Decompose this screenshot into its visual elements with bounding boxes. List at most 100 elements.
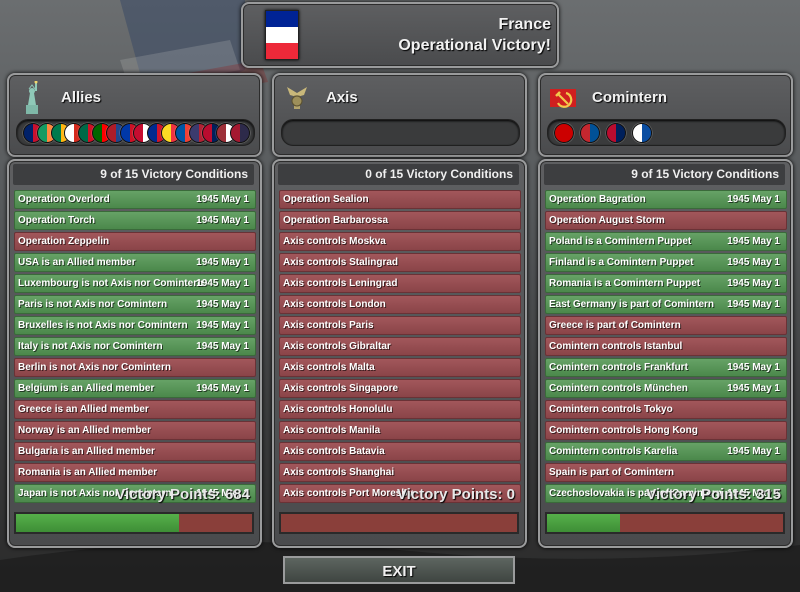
- condition-label: Luxembourg is not Axis nor Comintern: [18, 278, 204, 289]
- condition-label: Greece is an Allied member: [18, 404, 149, 415]
- condition-label: Axis controls Paris: [283, 320, 374, 331]
- condition-row[interactable]: Operation Torch 1945 May 1: [14, 211, 256, 230]
- slovakia-flag-icon[interactable]: [632, 123, 652, 143]
- condition-row[interactable]: Romania is an Allied member: [14, 463, 256, 482]
- condition-label: Operation August Storm: [549, 215, 665, 226]
- condition-row[interactable]: Axis controls Honolulu: [279, 400, 521, 419]
- condition-row[interactable]: Luxembourg is not Axis nor Comintern 1945…: [14, 274, 256, 293]
- condition-label: Comintern controls Karelia: [549, 446, 678, 457]
- condition-row[interactable]: Spain is part of Comintern: [545, 463, 787, 482]
- victory-conditions-panel-axis: 0 of 15 Victory Conditions Operation Seal…: [272, 159, 527, 548]
- faction-header-allies: Allies: [7, 73, 262, 157]
- statue-of-liberty-icon: [17, 80, 47, 115]
- condition-row[interactable]: USA is an Allied member 1945 May 1: [14, 253, 256, 272]
- condition-label: Finland is a Comintern Puppet: [549, 257, 694, 268]
- condition-label: Poland is a Comintern Puppet: [549, 236, 692, 247]
- member-flags: [547, 119, 786, 146]
- condition-row[interactable]: Operation Sealion: [279, 190, 521, 209]
- condition-label: Greece is part of Comintern: [549, 320, 681, 331]
- condition-row[interactable]: Comintern controls Karelia 1945 May 1: [545, 442, 787, 461]
- condition-row[interactable]: Axis controls Gibraltar: [279, 337, 521, 356]
- condition-row[interactable]: Comintern controls Hong Kong: [545, 421, 787, 440]
- condition-row[interactable]: Comintern controls Tokyo: [545, 400, 787, 419]
- condition-label: USA is an Allied member: [18, 257, 136, 268]
- condition-label: Operation Sealion: [283, 194, 369, 205]
- condition-row[interactable]: Operation August Storm: [545, 211, 787, 230]
- faction-header-comintern: Comintern: [538, 73, 793, 157]
- condition-date: 1945 May 1: [196, 383, 249, 394]
- condition-row[interactable]: East Germany is part of Comintern 1945 Ma…: [545, 295, 787, 314]
- faction-name: Allies: [61, 89, 102, 106]
- condition-row[interactable]: Finland is a Comintern Puppet 1945 May 1: [545, 253, 787, 272]
- condition-row[interactable]: Comintern controls Istanbul: [545, 337, 787, 356]
- condition-label: Comintern controls Hong Kong: [549, 425, 698, 436]
- thailand-flag-icon[interactable]: [230, 123, 250, 143]
- condition-row[interactable]: Greece is part of Comintern: [545, 316, 787, 335]
- condition-label: Operation Torch: [18, 215, 96, 226]
- condition-row[interactable]: Romania is a Comintern Puppet 1945 May 1: [545, 274, 787, 293]
- mongolia-flag-icon[interactable]: [580, 123, 600, 143]
- victory-points: Victory Points: 0: [396, 486, 515, 503]
- condition-date: 1945 May 1: [727, 278, 780, 289]
- condition-row[interactable]: Comintern controls Frankfurt 1945 May 1: [545, 358, 787, 377]
- condition-date: 1945 May 1: [196, 257, 249, 268]
- condition-date: 1945 May 1: [196, 299, 249, 310]
- condition-row[interactable]: Greece is an Allied member: [14, 400, 256, 419]
- victory-progress-fill: [547, 514, 621, 532]
- condition-label: Romania is a Comintern Puppet: [549, 278, 701, 289]
- conditions-list: Operation Bagration 1945 May 1 Operation A…: [545, 190, 787, 505]
- condition-row[interactable]: Axis controls Malta: [279, 358, 521, 377]
- condition-row[interactable]: Axis controls Moskva: [279, 232, 521, 251]
- condition-date: 1945 May 1: [727, 194, 780, 205]
- condition-label: Axis controls Manila: [283, 425, 381, 436]
- condition-label: Axis controls Honolulu: [283, 404, 393, 415]
- condition-date: 1945 May 1: [727, 446, 780, 457]
- condition-row[interactable]: Norway is an Allied member: [14, 421, 256, 440]
- condition-label: Axis controls London: [283, 299, 386, 310]
- condition-label: Comintern controls Frankfurt: [549, 362, 688, 373]
- condition-row[interactable]: Operation Overlord 1945 May 1: [14, 190, 256, 209]
- condition-row[interactable]: Axis controls London: [279, 295, 521, 314]
- conditions-list: Operation Overlord 1945 May 1 Operation To…: [14, 190, 256, 505]
- condition-date: 1945 May 1: [727, 362, 780, 373]
- condition-label: Axis controls Leningrad: [283, 278, 398, 289]
- condition-row[interactable]: Axis controls Singapore: [279, 379, 521, 398]
- condition-label: Norway is an Allied member: [18, 425, 152, 436]
- condition-row[interactable]: Operation Zeppelin: [14, 232, 256, 251]
- condition-row[interactable]: Bruxelles is not Axis nor Comintern 1945 …: [14, 316, 256, 335]
- result-header: France Operational Victory!: [241, 2, 559, 68]
- condition-row[interactable]: Operation Barbarossa: [279, 211, 521, 230]
- ussr-flag-icon[interactable]: [554, 123, 574, 143]
- victory-progress-bar: [14, 512, 254, 534]
- norway-flag-icon[interactable]: [606, 123, 626, 143]
- condition-label: Spain is part of Comintern: [549, 467, 675, 478]
- condition-row[interactable]: Bulgaria is an Allied member: [14, 442, 256, 461]
- condition-row[interactable]: Poland is a Comintern Puppet 1945 May 1: [545, 232, 787, 251]
- victory-points: Victory Points: 684: [115, 486, 250, 503]
- condition-row[interactable]: Axis controls Paris: [279, 316, 521, 335]
- condition-row[interactable]: Axis controls Leningrad: [279, 274, 521, 293]
- condition-row[interactable]: Axis controls Manila: [279, 421, 521, 440]
- condition-row[interactable]: Axis controls Shanghai: [279, 463, 521, 482]
- condition-label: Bulgaria is an Allied member: [18, 446, 155, 457]
- condition-date: 1945 May 1: [727, 299, 780, 310]
- condition-label: East Germany is part of Comintern: [549, 299, 715, 310]
- condition-row[interactable]: Berlin is not Axis nor Comintern: [14, 358, 256, 377]
- condition-label: Comintern controls München: [549, 383, 688, 394]
- condition-row[interactable]: Belgium is an Allied member 1945 May 1: [14, 379, 256, 398]
- condition-row[interactable]: Comintern controls München 1945 May 1: [545, 379, 787, 398]
- condition-row[interactable]: Paris is not Axis nor Comintern 1945 May …: [14, 295, 256, 314]
- exit-button[interactable]: EXIT: [283, 556, 515, 584]
- condition-label: Axis controls Stalingrad: [283, 257, 399, 268]
- condition-label: Belgium is an Allied member: [18, 383, 155, 394]
- condition-row[interactable]: Operation Bagration 1945 May 1: [545, 190, 787, 209]
- condition-row[interactable]: Axis controls Stalingrad: [279, 253, 521, 272]
- condition-label: Comintern controls Istanbul: [549, 341, 683, 352]
- condition-row[interactable]: Axis controls Batavia: [279, 442, 521, 461]
- condition-label: Axis controls Gibraltar: [283, 341, 391, 352]
- condition-label: Operation Bagration: [549, 194, 646, 205]
- condition-date: 1945 May 1: [727, 236, 780, 247]
- eagle-insignia-icon: [282, 81, 312, 115]
- condition-date: 1945 May 1: [727, 257, 780, 268]
- condition-row[interactable]: Italy is not Axis nor Comintern 1945 May …: [14, 337, 256, 356]
